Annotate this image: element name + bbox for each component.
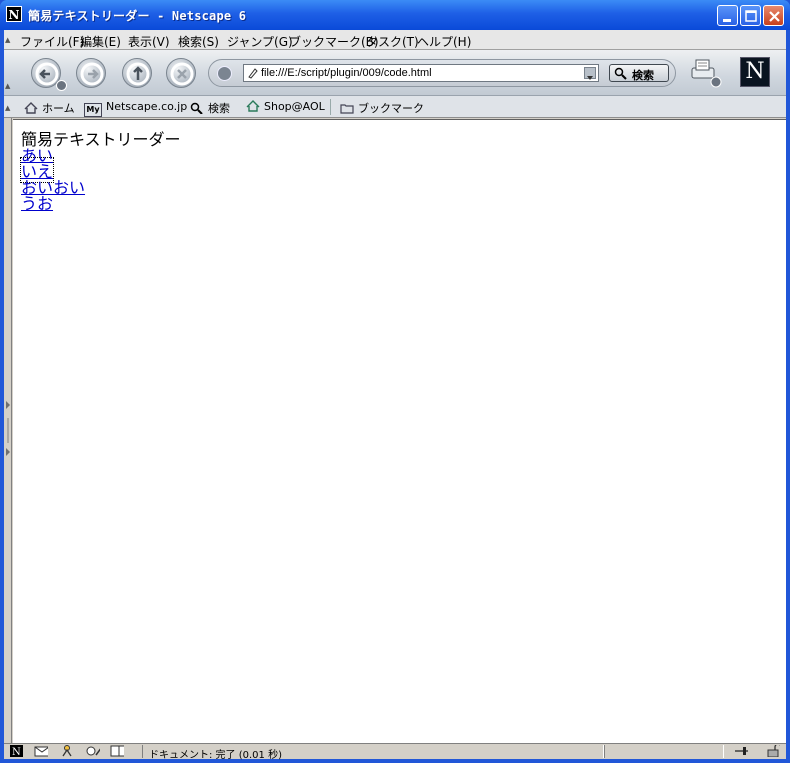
status-bar: N ドキュメント: 完了 (0.01 秒)	[4, 743, 786, 761]
bookmarks-menu[interactable]: ブックマーク	[340, 100, 424, 116]
page-proxy-icon[interactable]	[247, 67, 259, 79]
menubar-grip-icon[interactable]: ▲	[5, 36, 13, 44]
stop-icon	[170, 62, 194, 86]
menu-file[interactable]: ファイル(F)	[20, 33, 84, 50]
menu-view[interactable]: 表示(V)	[128, 33, 170, 50]
netscape-logo[interactable]: N	[740, 57, 770, 87]
search-button-label: 検索	[632, 69, 654, 82]
forward-arrow-icon	[80, 62, 104, 86]
menu-help[interactable]: ヘルプ(H)	[417, 33, 471, 50]
reload-button[interactable]	[122, 58, 152, 88]
url-input[interactable]: file:///E:/script/plugin/009/code.html	[243, 64, 599, 82]
title-bar[interactable]: N 簡易テキストリーダー - Netscape 6	[0, 0, 790, 30]
bookmark-netscape-label: Netscape.co.jp	[106, 100, 188, 113]
browser-frame: ▲ ファイル(F) 編集(E) 表示(V) 検索(S) ジャンプ(G) ブックマ…	[4, 30, 786, 761]
folder-icon	[340, 104, 354, 114]
home-icon	[24, 102, 38, 114]
url-text: file:///E:/script/plugin/009/code.html	[261, 67, 432, 79]
minimize-button[interactable]	[717, 5, 738, 26]
bookmark-netscape[interactable]: My Netscape.co.jp	[84, 100, 187, 117]
bookmark-search-label: 検索	[208, 102, 230, 115]
page-content: 簡易テキストリーダー あい いえ おいおい うお	[13, 119, 786, 744]
magnifier-icon	[614, 67, 627, 80]
menu-go[interactable]: ジャンプ(G)	[227, 33, 293, 50]
menu-tasks[interactable]: タスク(T)	[366, 33, 419, 50]
maximize-button[interactable]	[740, 5, 761, 26]
bookmark-shop-label: Shop@AOL	[264, 100, 325, 113]
svg-text:N: N	[12, 747, 21, 757]
print-icon[interactable]	[688, 58, 722, 88]
bmbar-grip-icon[interactable]: ▲	[5, 104, 13, 112]
personal-toolbar: ▲ ホーム My Netscape.co.jp 検索 Shop@AOL ブックマー…	[4, 96, 786, 118]
shop-house-icon	[246, 100, 260, 112]
maximize-icon	[745, 10, 757, 22]
url-bar-container: file:///E:/script/plugin/009/code.html 検…	[208, 59, 676, 87]
progress-panel	[604, 745, 724, 758]
magnifier-icon	[190, 102, 203, 114]
address-book-icon[interactable]	[110, 745, 124, 757]
sidebar-splitter[interactable]	[4, 118, 12, 744]
mail-icon[interactable]	[34, 745, 48, 757]
reload-icon	[126, 62, 150, 86]
minimize-icon	[723, 19, 731, 22]
status-text: ドキュメント: 完了 (0.01 秒)	[149, 750, 282, 761]
toolbar-separator	[330, 99, 331, 115]
search-button[interactable]: 検索	[609, 64, 669, 82]
url-dropdown-button[interactable]	[584, 67, 596, 80]
menu-edit[interactable]: 編集(E)	[80, 33, 121, 50]
navbar-grip-icon[interactable]: ▲	[5, 82, 13, 90]
security-lock-icon[interactable]	[766, 745, 780, 757]
close-button[interactable]	[763, 5, 784, 26]
window-title: 簡易テキストリーダー - Netscape 6	[28, 9, 247, 23]
browser-window: N 簡易テキストリーダー - Netscape 6 ▲ ファイル(F) 編集(E…	[0, 0, 790, 763]
bookmark-search[interactable]: 検索	[190, 100, 230, 116]
bookmark-shop[interactable]: Shop@AOL	[246, 100, 325, 113]
chevron-down-icon	[587, 76, 593, 80]
sidebar-grip-icon[interactable]	[4, 118, 12, 744]
bookmark-home-label: ホーム	[42, 102, 75, 115]
my-netscape-icon: My	[84, 103, 102, 117]
navigation-toolbar: ▲ file:///E:/script/plugin/009/code.html	[4, 50, 786, 96]
menu-bar: ▲ ファイル(F) 編集(E) 表示(V) 検索(S) ジャンプ(G) ブックマ…	[4, 30, 786, 50]
composer-icon[interactable]	[86, 745, 100, 757]
instant-messenger-icon[interactable]	[60, 745, 74, 757]
menu-search[interactable]: 検索(S)	[178, 33, 219, 50]
netscape-app-icon[interactable]: N	[6, 6, 22, 22]
online-status-icon[interactable]	[734, 745, 748, 757]
bookmark-home[interactable]: ホーム	[24, 100, 75, 116]
back-dropdown-icon[interactable]	[56, 80, 67, 91]
url-history-dropdown-icon[interactable]	[217, 66, 232, 81]
close-icon	[769, 11, 780, 22]
link-uo[interactable]: うお	[21, 190, 53, 214]
forward-button[interactable]	[76, 58, 106, 88]
bookmarks-menu-label: ブックマーク	[358, 102, 424, 115]
navigator-icon[interactable]: N	[10, 745, 24, 757]
stop-button[interactable]	[166, 58, 196, 88]
